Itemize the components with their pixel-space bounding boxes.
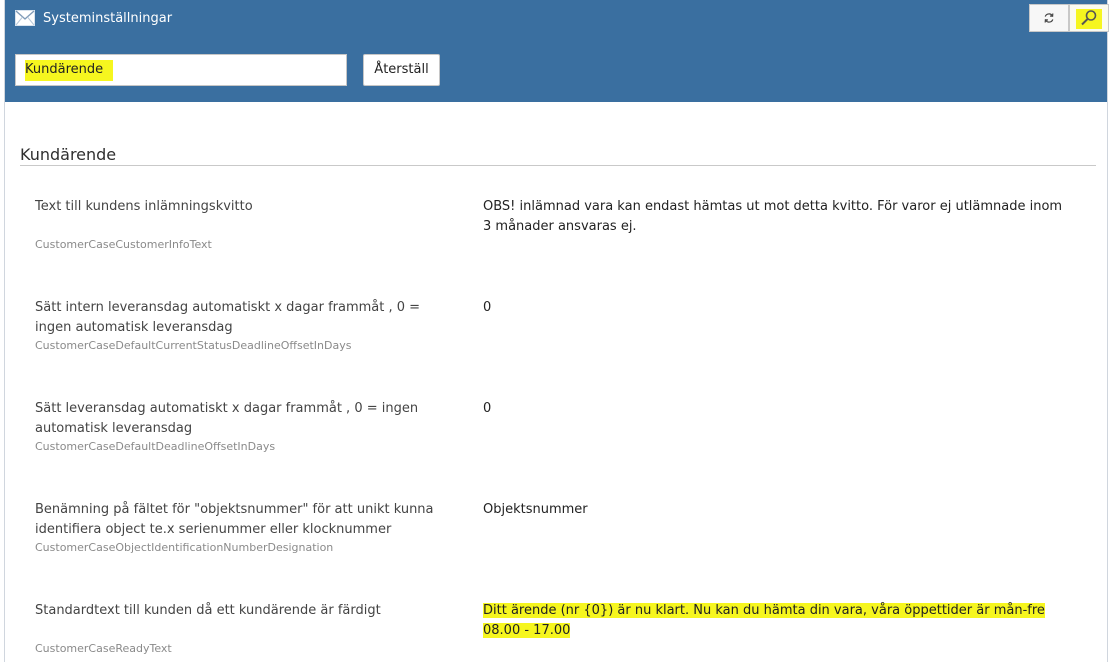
setting-label: Sätt intern leveransdag automatiskt x da… (35, 300, 421, 335)
section-title: Kundärende (20, 145, 117, 164)
setting-label: Text till kundens inlämningskvitto (35, 199, 253, 214)
window-title: Systeminställningar (43, 11, 173, 26)
setting-key: CustomerCaseObjectIdentificationNumberDe… (35, 541, 334, 554)
search-input-value: Kundärende (25, 60, 114, 81)
reset-button[interactable]: Återställ (363, 54, 440, 86)
search-bar: Kundärende Återställ (5, 38, 1107, 102)
setting-label: Benämning på fältet för "objektsnummer" … (35, 502, 434, 537)
setting-value[interactable]: Ditt ärende (nr {0}) är nu klart. Nu kan… (483, 601, 1073, 641)
title-bar: Systeminställningar (5, 0, 1109, 38)
envelope-icon (15, 10, 35, 26)
setting-label: Sätt leveransdag automatiskt x dagar fra… (35, 401, 419, 436)
setting-key: CustomerCaseReadyText (35, 642, 172, 655)
refresh-icon (1044, 13, 1054, 23)
settings-window: Systeminställningar Kundärende Återställ… (4, 0, 1109, 662)
setting-key: CustomerCaseDefaultCurrentStatusDeadline… (35, 339, 352, 352)
setting-value[interactable]: 0 (483, 399, 1073, 419)
setting-key: CustomerCaseDefaultDeadlineOffsetInDays (35, 440, 276, 453)
section-divider (20, 165, 1096, 166)
search-input[interactable]: Kundärende (15, 54, 347, 86)
search-icon (1081, 10, 1097, 26)
setting-value[interactable]: OBS! inlämnad vara kan endast hämtas ut … (483, 197, 1073, 237)
refresh-button[interactable] (1029, 4, 1069, 32)
search-toggle-button[interactable] (1069, 4, 1109, 32)
setting-label: Standardtext till kunden då ett kundären… (35, 603, 381, 618)
setting-key: CustomerCaseCustomerInfoText (35, 238, 212, 251)
setting-value-highlighted: Ditt ärende (nr {0}) är nu klart. Nu kan… (483, 603, 1045, 638)
setting-value[interactable]: 0 (483, 298, 1073, 318)
setting-value[interactable]: Objektsnummer (483, 500, 1073, 520)
